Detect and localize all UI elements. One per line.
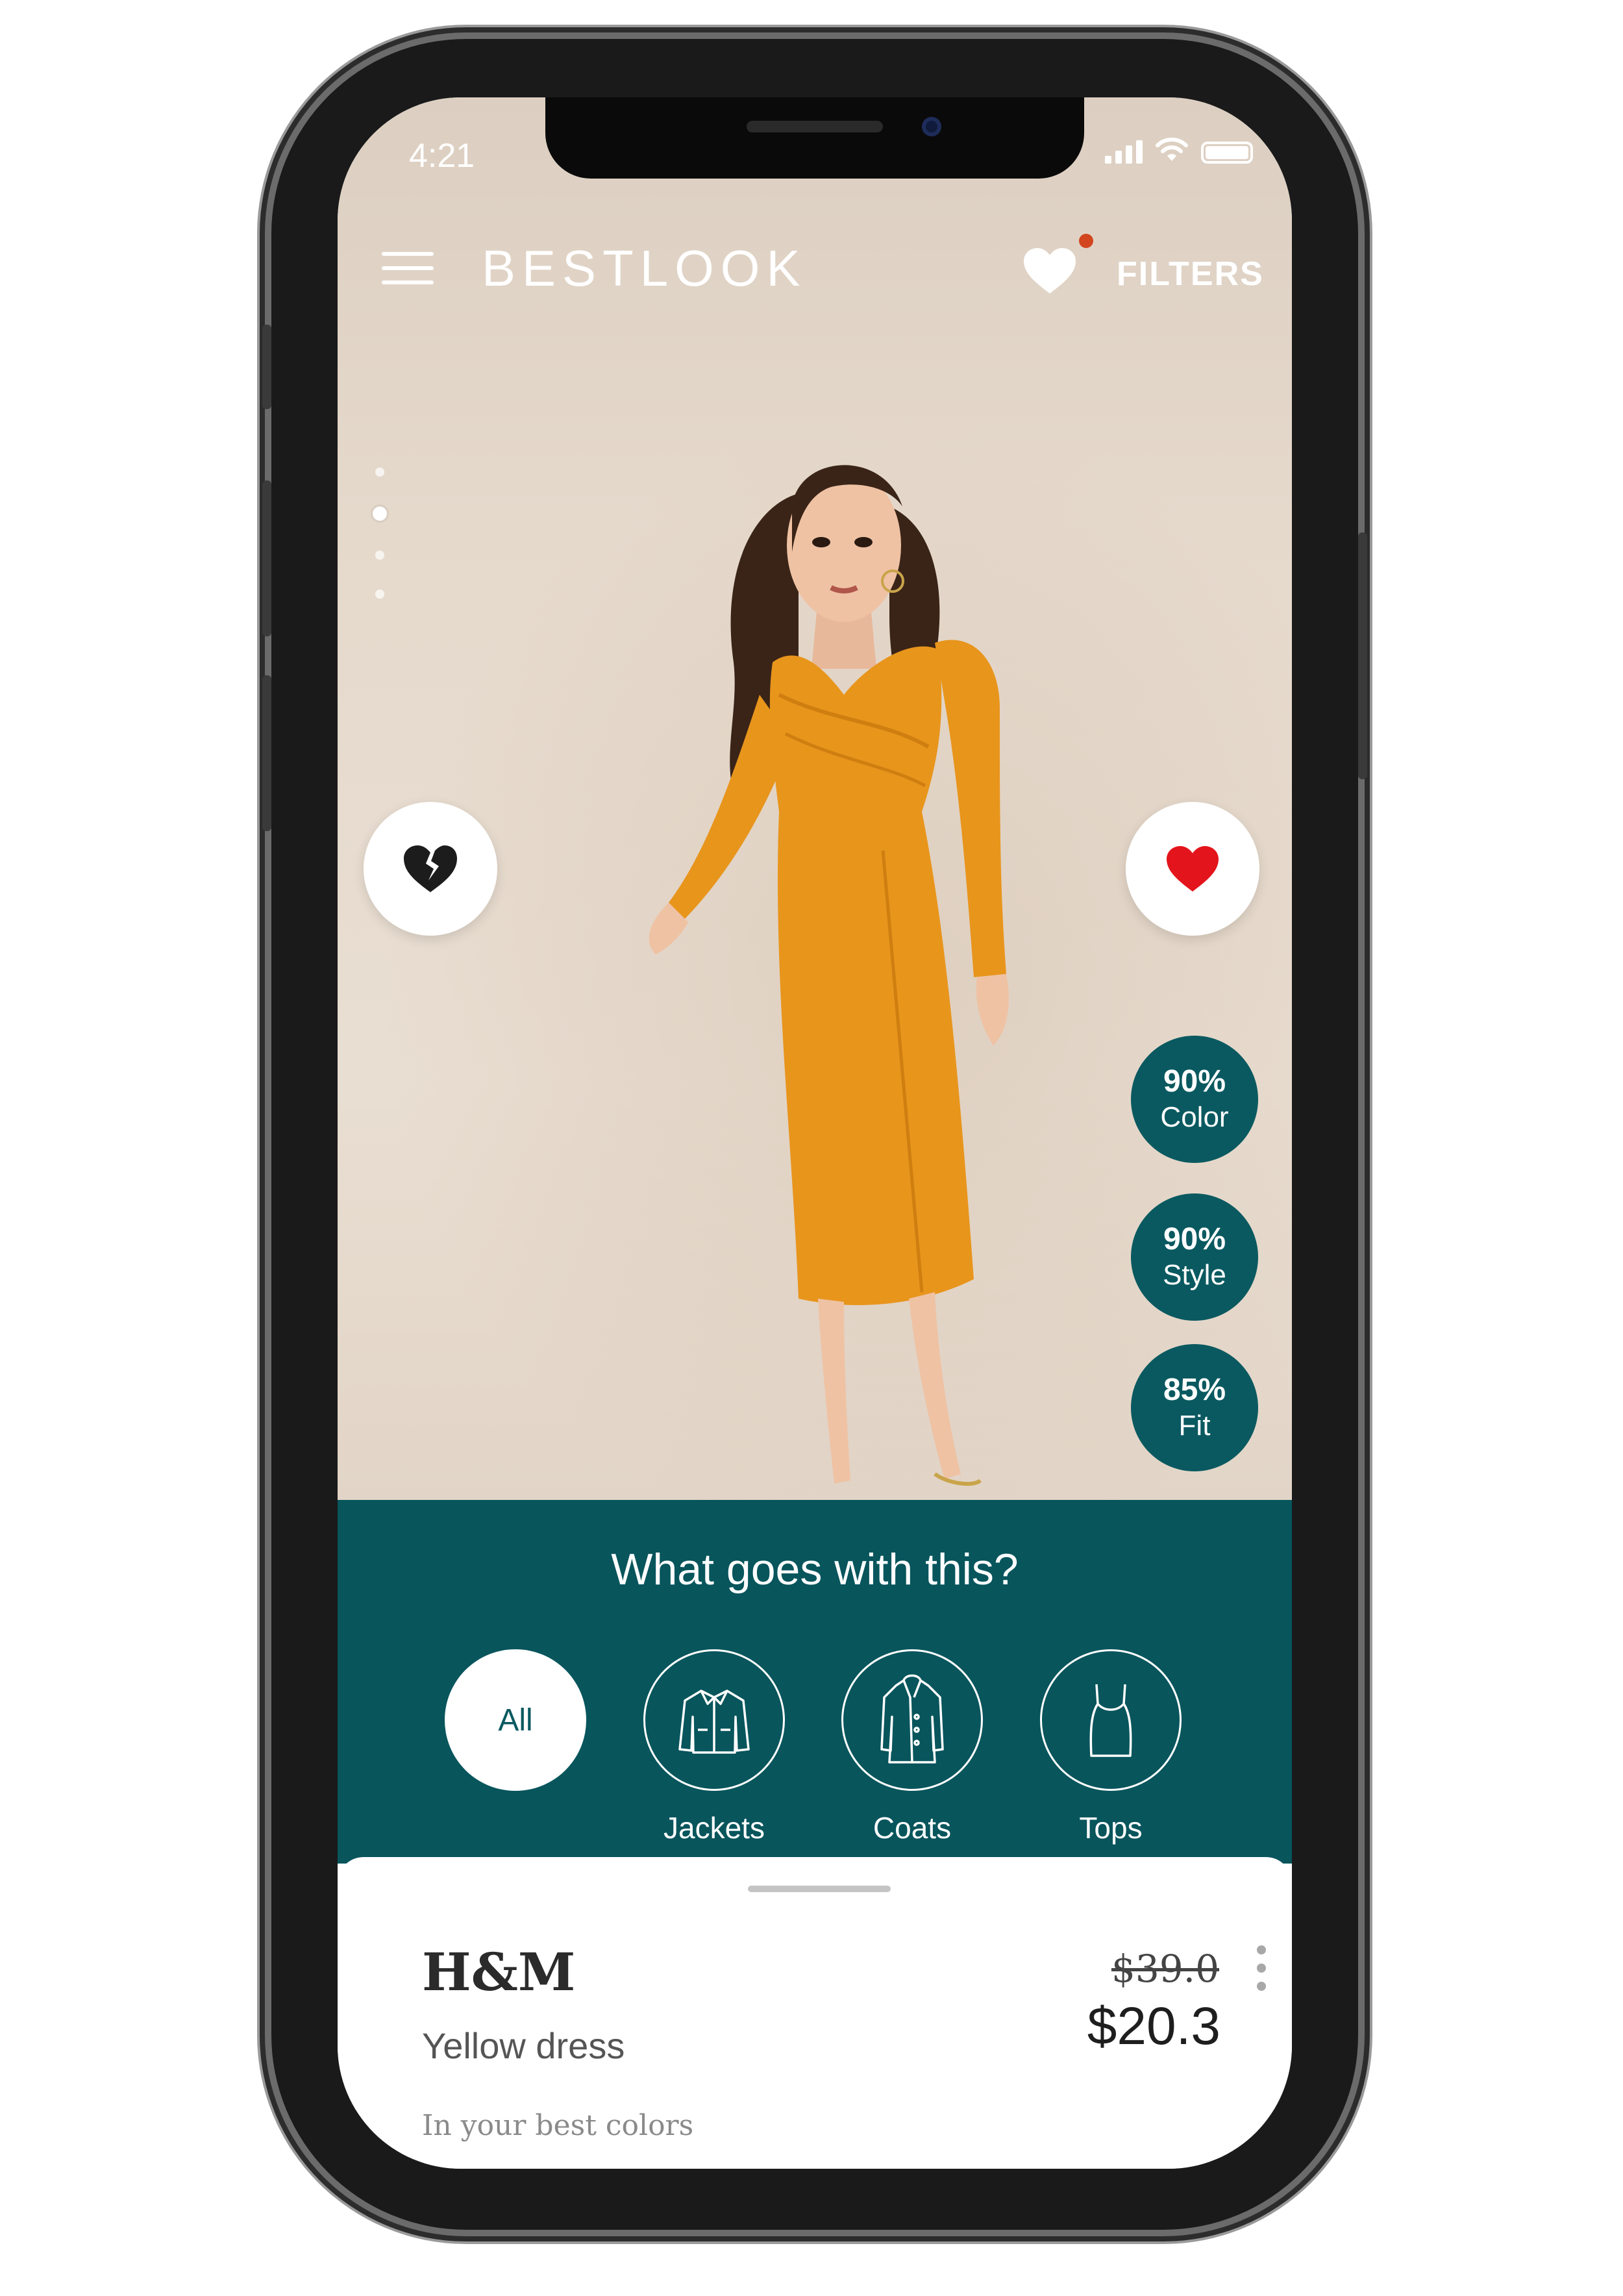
speaker: [747, 121, 883, 132]
color-match-label: Color: [1160, 1101, 1229, 1133]
silent-switch: [262, 325, 271, 409]
category-coats-label: Coats: [873, 1811, 952, 1845]
original-price: $39.0: [1111, 1947, 1219, 1991]
drag-handle[interactable]: [748, 1886, 891, 1892]
power-button: [1358, 532, 1367, 779]
category-coats[interactable]: Coats: [840, 1649, 984, 1845]
product-card[interactable]: H&M Yellow dress $39.0 $20.3 In your bes…: [338, 1857, 1292, 2169]
tank-top-icon: [1089, 1684, 1132, 1757]
like-button[interactable]: [1126, 802, 1259, 936]
cellular-signal-icon: [1105, 140, 1143, 164]
camera: [922, 117, 941, 136]
volume-up-button: [262, 480, 271, 636]
color-match-badge: 90% Color: [1131, 1036, 1258, 1163]
sale-price: $20.3: [1087, 1997, 1220, 2056]
pager-dot[interactable]: [375, 551, 384, 560]
filters-button[interactable]: FILTERS: [1117, 255, 1264, 293]
category-tops-label: Tops: [1079, 1811, 1143, 1845]
app-screen: 90% Color 90% Style 85% Fit 4:21 BESTLOO…: [338, 97, 1292, 2169]
pager-dot[interactable]: [375, 468, 384, 477]
category-jackets[interactable]: Jackets: [642, 1649, 786, 1845]
image-pager-dots[interactable]: [373, 468, 387, 629]
favorites-heart-icon[interactable]: [1022, 247, 1077, 295]
battery-icon: [1201, 142, 1253, 164]
app-logo: BESTLOOK: [482, 240, 807, 297]
product-name: Yellow dress: [422, 2025, 625, 2066]
notch: [545, 97, 1084, 179]
coat-icon: [880, 1674, 944, 1764]
fit-match-label: Fit: [1178, 1410, 1211, 1441]
heart-icon: [1167, 846, 1219, 892]
more-options-icon[interactable]: [1257, 1945, 1266, 2000]
what-goes-with-this-section: What goes with this? All Jackets Coats T…: [338, 1500, 1292, 1864]
pager-dot[interactable]: [375, 590, 384, 599]
category-all[interactable]: All: [443, 1649, 588, 1791]
fit-match-badge: 85% Fit: [1131, 1344, 1258, 1471]
broken-heart-icon: [404, 845, 457, 892]
jacket-icon: [678, 1690, 750, 1754]
category-jackets-label: Jackets: [663, 1811, 765, 1845]
style-match-label: Style: [1163, 1259, 1226, 1291]
fit-match-percent: 85%: [1163, 1373, 1226, 1407]
model-in-dress-image: [649, 465, 1009, 1486]
category-tops[interactable]: Tops: [1039, 1649, 1183, 1845]
status-time: 4:21: [409, 137, 475, 175]
section-title: What goes with this?: [611, 1545, 1019, 1594]
dislike-button[interactable]: [364, 802, 497, 936]
category-all-label: All: [498, 1703, 533, 1738]
pager-dot-active[interactable]: [373, 506, 387, 521]
menu-icon[interactable]: [382, 252, 434, 295]
volume-down-button: [262, 675, 271, 831]
style-match-percent: 90%: [1163, 1222, 1226, 1256]
notification-dot: [1079, 234, 1093, 248]
color-match-percent: 90%: [1163, 1064, 1226, 1099]
best-colors-hint: In your best colors: [422, 2109, 694, 2142]
brand-name: H&M: [422, 1941, 576, 2003]
status-icons: [1105, 138, 1253, 164]
wifi-icon: [1156, 138, 1188, 161]
product-photo[interactable]: 90% Color 90% Style 85% Fit: [338, 97, 1292, 1500]
style-match-badge: 90% Style: [1131, 1193, 1258, 1321]
